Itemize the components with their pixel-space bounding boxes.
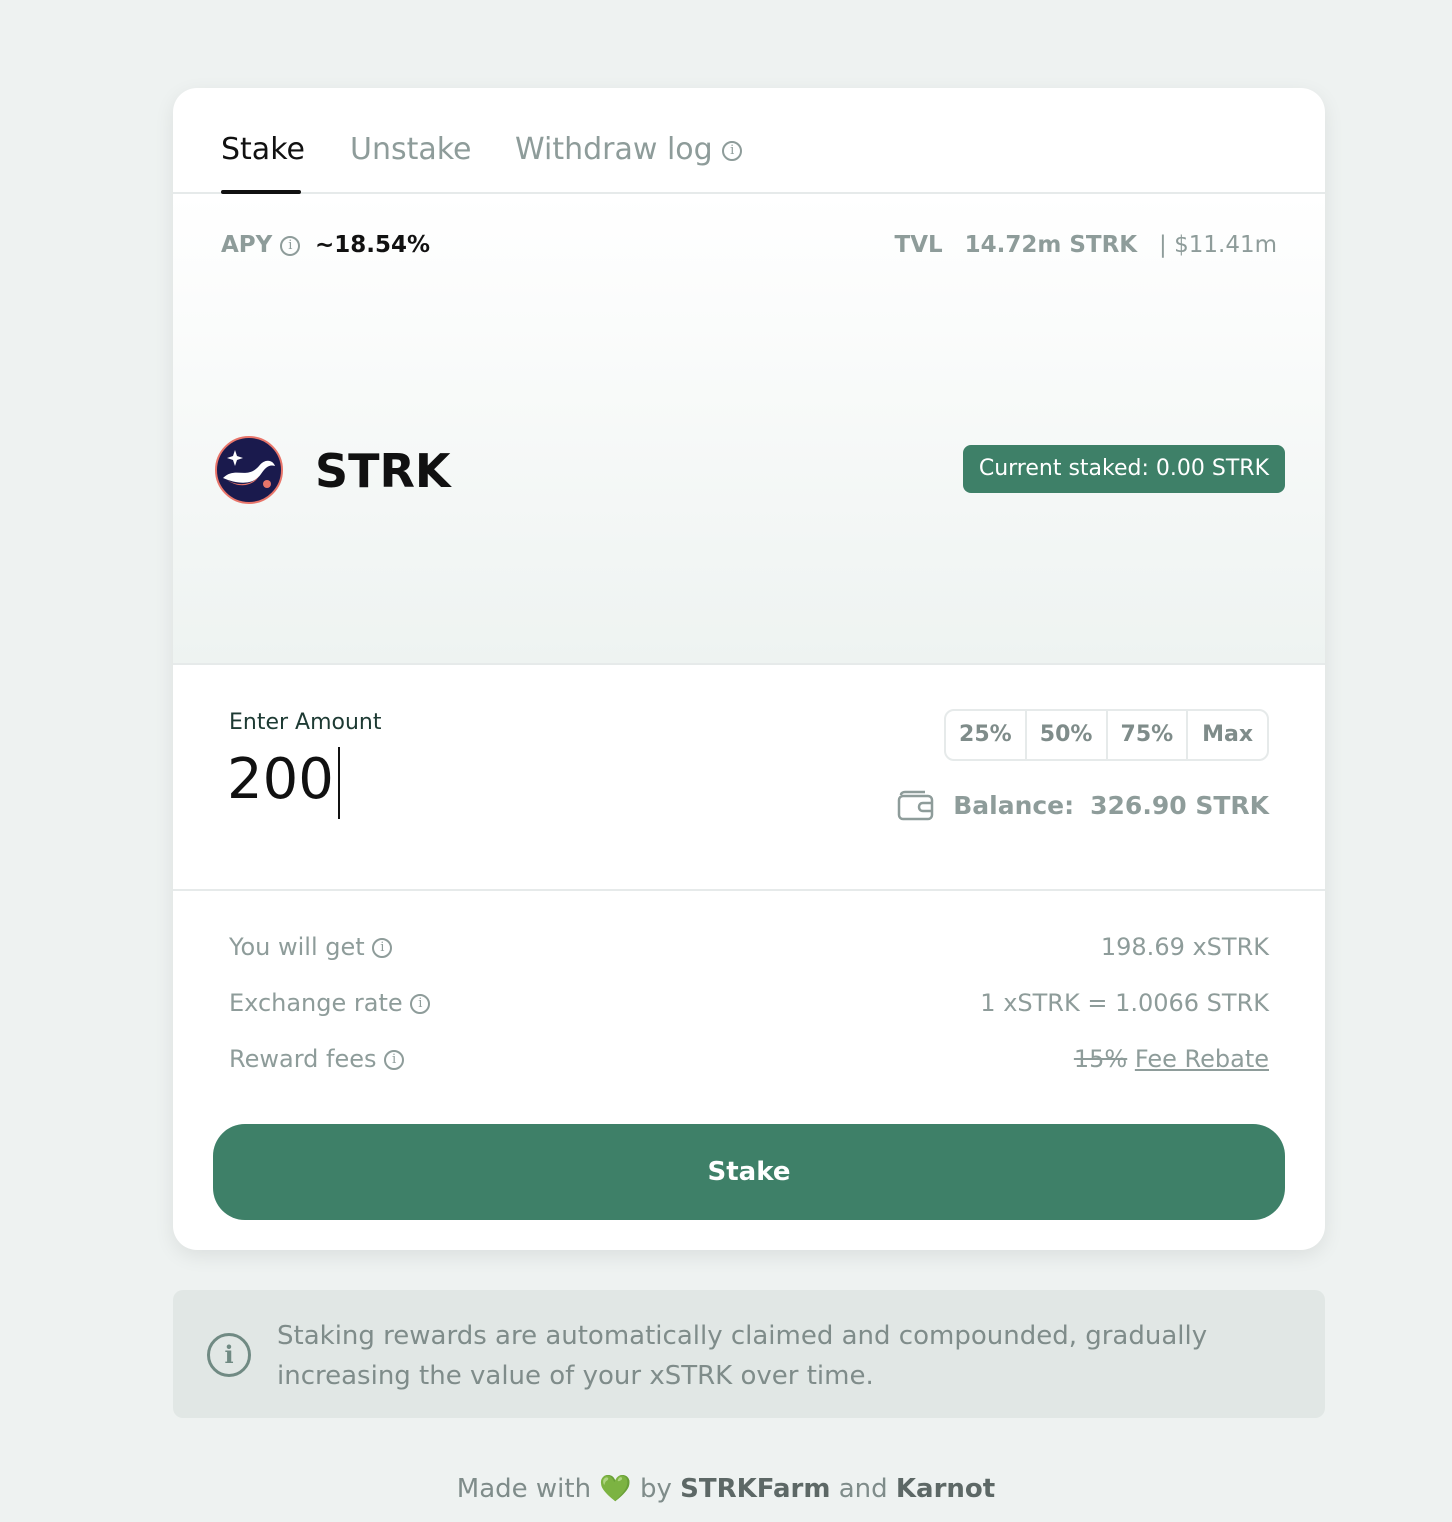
footer-by: by (639, 1474, 672, 1504)
tvl-amount: 14.72m STRK (964, 232, 1138, 258)
footer: Made with 💚 by STRKFarm and Karnot (0, 1474, 1452, 1504)
heart-icon: 💚 (599, 1474, 632, 1504)
apy-label: APY (221, 232, 273, 258)
stake-button[interactable]: Stake (213, 1124, 1285, 1220)
balance-label: Balance: (953, 790, 1075, 820)
reward-fees-label: Reward fees (229, 1045, 377, 1073)
exchange-rate-label: Exchange rate (229, 989, 403, 1017)
detail-label-group: Reward fees i (229, 1045, 405, 1073)
info-icon[interactable]: i (384, 1050, 405, 1070)
footer-brand-strkfarm[interactable]: STRKFarm (680, 1474, 830, 1504)
notice-text: Staking rewards are automatically claime… (277, 1321, 1208, 1391)
detail-row-reward-fees: Reward fees i 15% Fee Rebate (229, 1045, 1269, 1081)
percent-button-group: 25% 50% 75% Max (944, 709, 1269, 761)
tab-withdraw-log[interactable]: Withdraw log i (515, 132, 743, 167)
info-icon[interactable]: i (722, 140, 743, 161)
tvl-usd: | $11.41m (1159, 232, 1277, 258)
current-staked-badge: Current staked: 0.00 STRK (962, 445, 1285, 493)
tab-unstake-label: Unstake (350, 132, 472, 167)
balance-value: 326.90 STRK (1090, 790, 1269, 820)
percent-25-button[interactable]: 25% (946, 711, 1027, 759)
detail-label-group: You will get i (229, 933, 393, 961)
text-caret (338, 747, 340, 819)
max-button[interactable]: Max (1188, 711, 1267, 759)
tvl-stat: TVL 14.72m STRK | $11.41m (895, 232, 1278, 258)
token-hero: APY i ~18.54% TVL 14.72m STRK | $11.41m … (173, 194, 1325, 665)
amount-label: Enter Amount (229, 710, 382, 735)
tab-unstake[interactable]: Unstake (350, 132, 472, 167)
percent-50-button[interactable]: 50% (1027, 711, 1108, 759)
stake-card: Stake Unstake Withdraw log i APY i ~18.5… (173, 88, 1325, 1250)
amount-input[interactable] (227, 747, 627, 812)
you-will-get-label: You will get (229, 933, 365, 961)
tvl-label: TVL (894, 232, 943, 258)
tab-stake-label: Stake (221, 132, 305, 167)
detail-label-group: Exchange rate i (229, 989, 431, 1017)
footer-brand-karnot[interactable]: Karnot (896, 1474, 995, 1504)
token-name: STRK (315, 444, 451, 498)
balance-display: Balance: 326.90 STRK (897, 789, 1269, 821)
info-icon[interactable]: i (410, 994, 431, 1014)
info-icon[interactable]: i (372, 938, 393, 958)
info-notice: i Staking rewards are automatically clai… (173, 1290, 1325, 1418)
percent-75-button[interactable]: 75% (1108, 711, 1189, 759)
you-will-get-value: 198.69 xSTRK (1100, 933, 1269, 961)
wallet-icon (897, 790, 934, 821)
detail-row-you-will-get: You will get i 198.69 xSTRK (229, 933, 1269, 969)
footer-and: and (838, 1474, 888, 1504)
info-icon: i (207, 1333, 251, 1377)
apy-label-group: APY i (221, 232, 301, 258)
reward-fees-value: 15% Fee Rebate (1074, 1045, 1269, 1073)
detail-row-exchange-rate: Exchange rate i 1 xSTRK = 1.0066 STRK (229, 989, 1269, 1025)
apy-value: ~18.54% (315, 232, 431, 258)
amount-section: Enter Amount 25% 50% 75% Max Balance: 32… (173, 665, 1325, 891)
exchange-rate-value: 1 xSTRK = 1.0066 STRK (980, 989, 1269, 1017)
tab-bar: Stake Unstake Withdraw log i (173, 88, 1325, 194)
tab-withdraw-log-label: Withdraw log (515, 132, 713, 167)
info-icon[interactable]: i (280, 235, 301, 256)
tab-stake[interactable]: Stake (221, 132, 305, 167)
reward-fees-old: 15% (1073, 1045, 1128, 1073)
fee-rebate-link[interactable]: Fee Rebate (1135, 1045, 1269, 1073)
strk-logo-icon (215, 436, 283, 504)
footer-made-with: Made with (456, 1474, 592, 1504)
